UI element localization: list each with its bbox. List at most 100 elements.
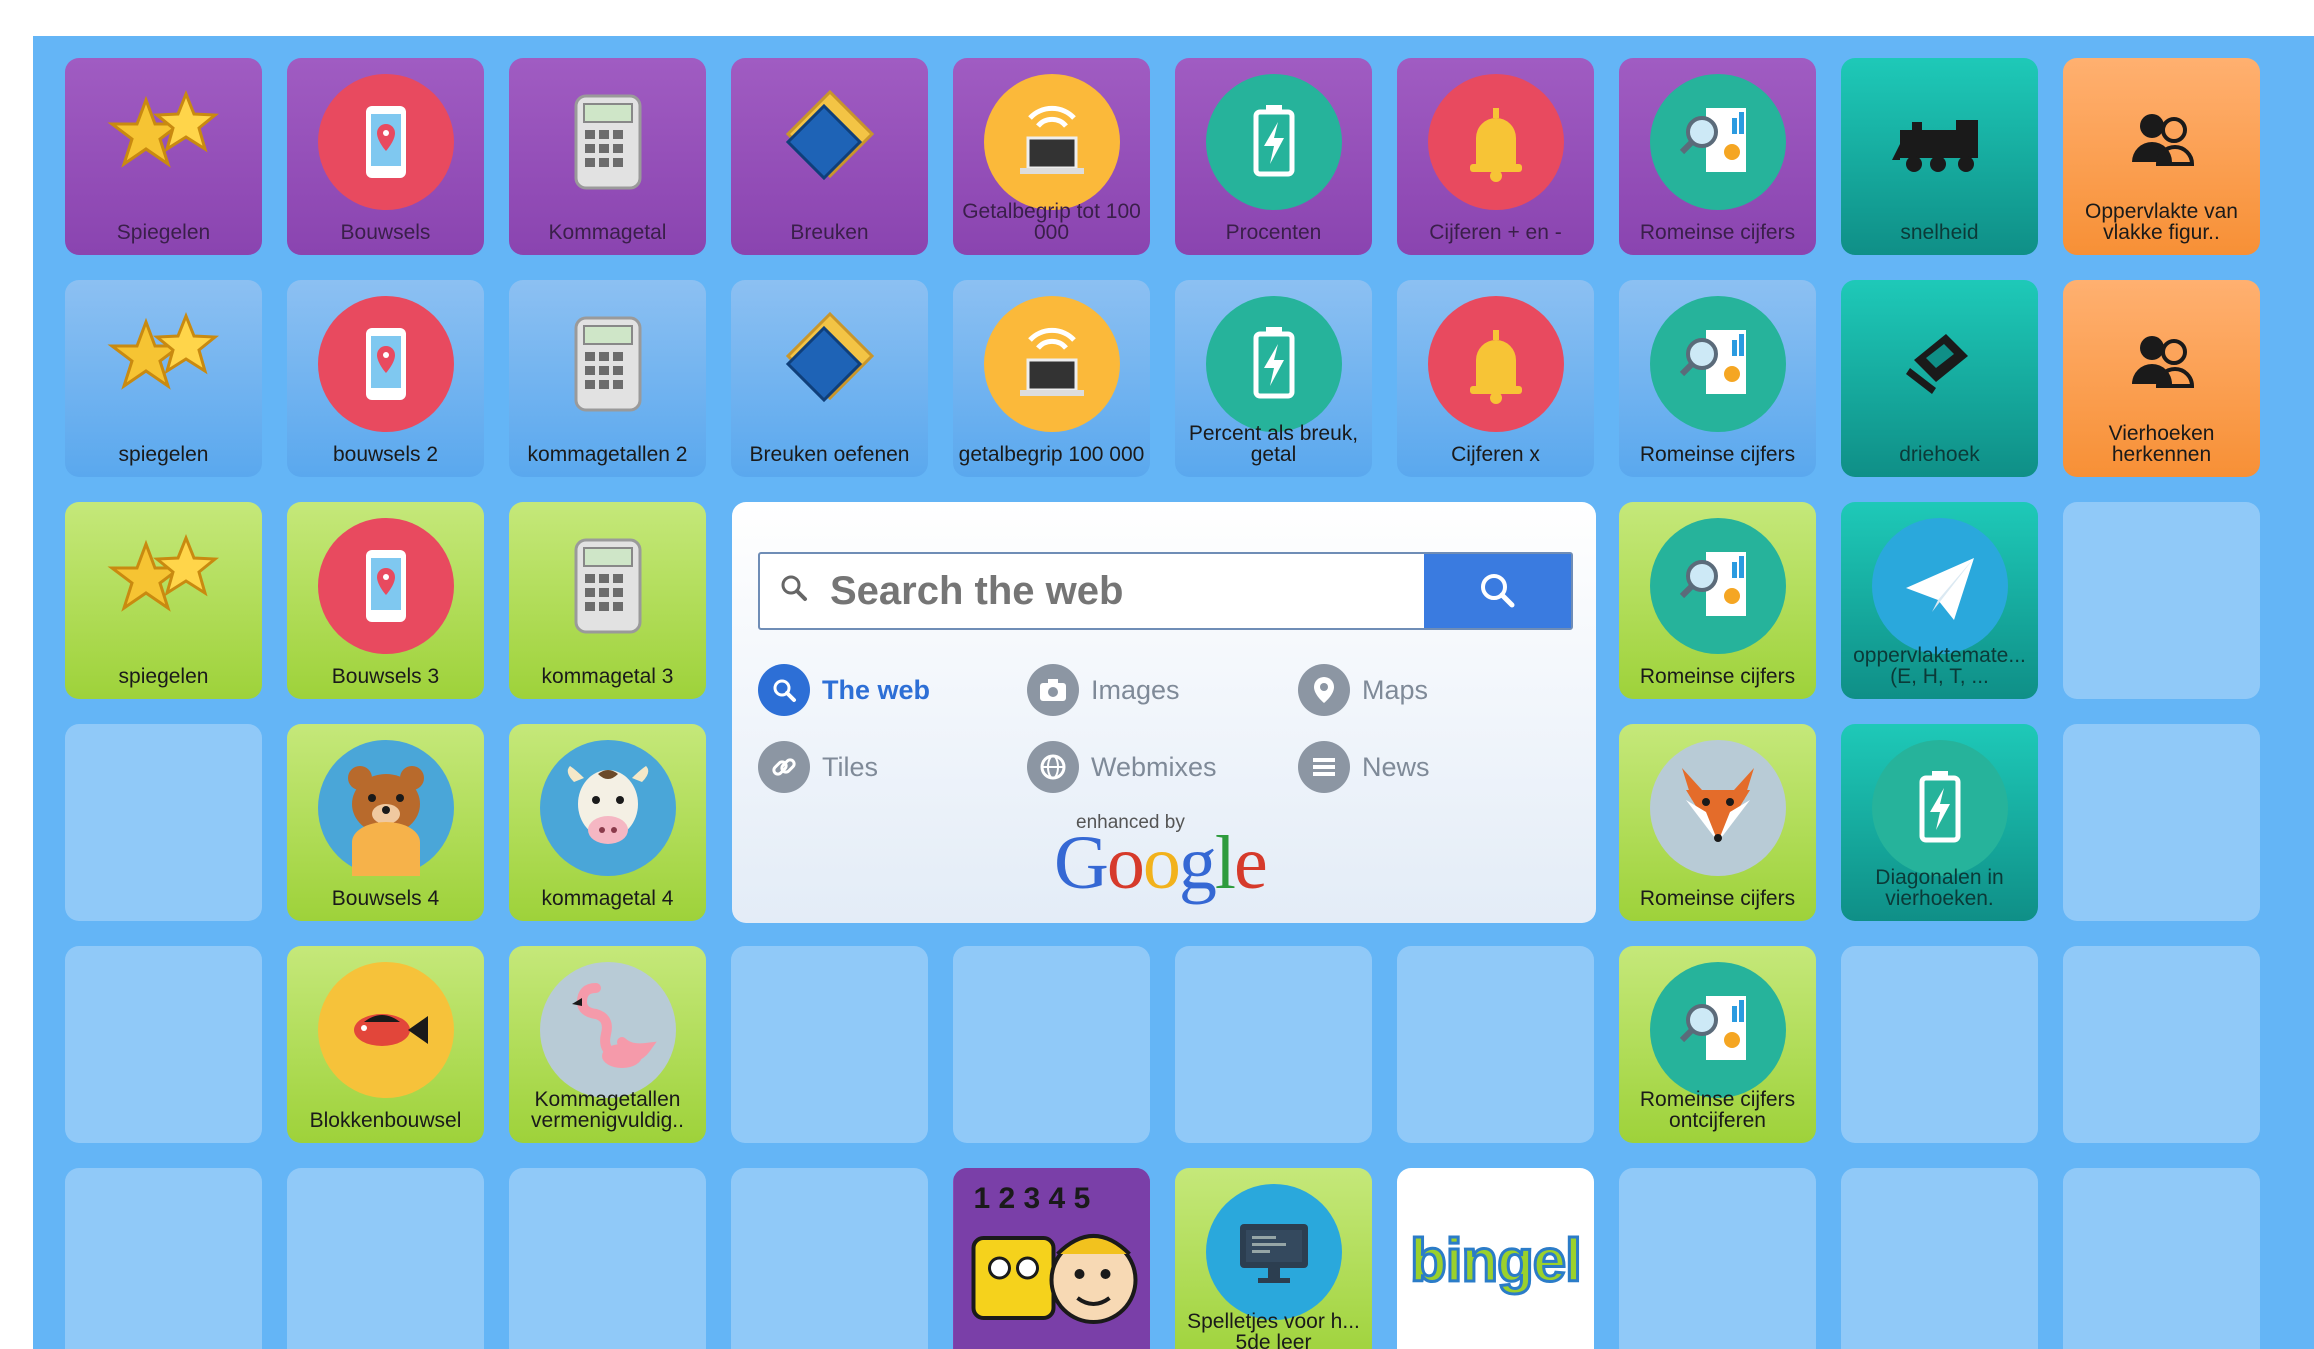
tile-snelheid[interactable]: snelheid bbox=[1841, 58, 2038, 255]
tile-breuken-oefenen[interactable]: Breuken oefenen bbox=[731, 280, 928, 477]
tile-cijferen[interactable]: Cijferen + en - bbox=[1397, 58, 1594, 255]
empty-tile bbox=[731, 1168, 928, 1349]
tile-label: Diagonalen in vierhoeken. bbox=[1875, 866, 2004, 910]
tile-getalbegrip[interactable]: Getalbegrip tot 100 000 bbox=[953, 58, 1150, 255]
enhanced-by-google-logo: enhanced by Google bbox=[1054, 812, 1284, 905]
camera-icon bbox=[1027, 664, 1079, 716]
report-icon bbox=[1648, 72, 1788, 212]
tile-label: spiegelen bbox=[118, 665, 209, 688]
tile-blokkenbouwsel[interactable]: Blokkenbouwsel bbox=[287, 946, 484, 1143]
search-option-maps[interactable]: Maps bbox=[1298, 664, 1428, 716]
tile-diagonalen[interactable]: Diagonalen in vierhoeken. bbox=[1841, 724, 2038, 921]
tile-bouwsels-3[interactable]: Bouwsels 3 bbox=[287, 502, 484, 699]
empty-tile bbox=[2063, 1168, 2260, 1349]
tile-label: Kommagetallen vermenigvuldig.. bbox=[531, 1088, 684, 1132]
empty-tile bbox=[2063, 946, 2260, 1143]
cards-icon bbox=[760, 72, 900, 212]
phone-map-icon bbox=[316, 516, 456, 656]
tile-kommagetallen-vermenigvuldig[interactable]: Kommagetallen vermenigvuldig.. bbox=[509, 946, 706, 1143]
search-option-label: News bbox=[1362, 751, 1430, 782]
tile-spiegelen-2[interactable]: spiegelen bbox=[65, 280, 262, 477]
bell-icon bbox=[1426, 294, 1566, 434]
empty-tile bbox=[2063, 724, 2260, 921]
battery-icon bbox=[1204, 294, 1344, 434]
search-option-news[interactable]: News bbox=[1298, 741, 1430, 793]
tile-label: kommagetal 3 bbox=[541, 665, 674, 688]
empty-tile bbox=[1397, 946, 1594, 1143]
empty-tile bbox=[509, 1168, 706, 1349]
phone-map-icon bbox=[316, 294, 456, 434]
empty-tile bbox=[65, 724, 262, 921]
empty-tile bbox=[1841, 1168, 2038, 1349]
search-option-webmixes[interactable]: Webmixes bbox=[1027, 741, 1217, 793]
fish-icon bbox=[316, 960, 456, 1100]
paper-plane-icon bbox=[1870, 516, 2010, 656]
tile-label: snelheid bbox=[1900, 221, 1979, 244]
tile-label: Breuken oefenen bbox=[749, 443, 910, 466]
tile-breuken[interactable]: Breuken bbox=[731, 58, 928, 255]
empty-tile bbox=[1175, 946, 1372, 1143]
tile-romeinse-cijfers-ontcijferen[interactable]: Romeinse cijfers ontcijferen bbox=[1619, 946, 1816, 1143]
search-input[interactable] bbox=[828, 567, 1392, 615]
tile-label: Romeinse cijfers ontcijferen bbox=[1639, 1088, 1796, 1132]
tile-label: Procenten bbox=[1225, 221, 1322, 244]
report-icon bbox=[1648, 516, 1788, 656]
cards-icon bbox=[760, 294, 900, 434]
search-option-tiles[interactable]: Tiles bbox=[758, 741, 878, 793]
news-icon bbox=[1298, 741, 1350, 793]
search-icon bbox=[758, 664, 810, 716]
search-widget: The web Images Maps Tiles Webmixes News … bbox=[732, 502, 1596, 923]
search-option-label: Tiles bbox=[822, 751, 879, 782]
tile-label: Percent als breuk, getal bbox=[1188, 422, 1359, 466]
tile-oppervlakte[interactable]: Oppervlakte van vlakke figur.. bbox=[2063, 58, 2260, 255]
tile-driehoek[interactable]: driehoek bbox=[1841, 280, 2038, 477]
tile-spelletjes[interactable]: Spelletjes voor h... 5de leer bbox=[1175, 1168, 1372, 1349]
tile-kommagetal[interactable]: Kommagetal bbox=[509, 58, 706, 255]
calculator-icon bbox=[538, 516, 678, 656]
tile-procenten[interactable]: Procenten bbox=[1175, 58, 1372, 255]
search-button[interactable] bbox=[1424, 554, 1571, 628]
search-option-label: Maps bbox=[1362, 674, 1429, 705]
flamingo-icon bbox=[538, 960, 678, 1100]
tile-bouwsels-2[interactable]: bouwsels 2 bbox=[287, 280, 484, 477]
tile-percent[interactable]: Percent als breuk, getal bbox=[1175, 280, 1372, 477]
tile-label: driehoek bbox=[1899, 443, 1980, 466]
tile-label: Romeinse cijfers bbox=[1639, 887, 1796, 910]
tile-romeinse-cijfers-2[interactable]: Romeinse cijfers bbox=[1619, 280, 1816, 477]
tile-cijferen-x[interactable]: Cijferen x bbox=[1397, 280, 1594, 477]
tile-kommagetal-3[interactable]: kommagetal 3 bbox=[509, 502, 706, 699]
tile-getalbegrip-2[interactable]: getalbegrip 100 000 bbox=[953, 280, 1150, 477]
tile-romeinse-cijfers[interactable]: Romeinse cijfers bbox=[1619, 58, 1816, 255]
tile-label: spiegelen bbox=[118, 443, 209, 466]
tile-bouwsels-4[interactable]: Bouwsels 4 bbox=[287, 724, 484, 921]
search-option-images[interactable]: Images bbox=[1027, 664, 1180, 716]
bear-icon bbox=[316, 738, 456, 878]
search-icon bbox=[780, 574, 810, 609]
empty-tile bbox=[65, 946, 262, 1143]
tile-spiegelen[interactable]: Spiegelen bbox=[65, 58, 262, 255]
tile-kommagetal-4[interactable]: kommagetal 4 bbox=[509, 724, 706, 921]
report-icon bbox=[1648, 294, 1788, 434]
tile-label: Bouwsels 4 bbox=[331, 887, 440, 910]
tile-bingel[interactable]: bingel bbox=[1397, 1168, 1594, 1349]
tile-bouwsels[interactable]: Bouwsels bbox=[287, 58, 484, 255]
train-icon bbox=[1870, 72, 2010, 212]
tile-board: Spiegelen Bouwsels Kommagetal Breuken Ge… bbox=[33, 36, 2314, 1349]
tile-label: Cijferen + en - bbox=[1429, 221, 1562, 244]
empty-tile bbox=[287, 1168, 484, 1349]
tile-vierhoeken[interactable]: Vierhoeken herkennen bbox=[2063, 280, 2260, 477]
tile-romeinse-cijfers-3[interactable]: Romeinse cijfers bbox=[1619, 502, 1816, 699]
tile-label: Romeinse cijfers bbox=[1639, 221, 1796, 244]
tile-spiegelen-3[interactable]: spiegelen bbox=[65, 502, 262, 699]
tile-kommagetallen-2[interactable]: kommagetallen 2 bbox=[509, 280, 706, 477]
phone-map-icon bbox=[316, 72, 456, 212]
tile-label: getalbegrip 100 000 bbox=[958, 443, 1145, 466]
svg-text:1 2 3 4 5: 1 2 3 4 5 bbox=[973, 1182, 1090, 1215]
tile-oppervlaktemate[interactable]: oppervlaktemate... (E, H, T, ... bbox=[1841, 502, 2038, 699]
search-option-web[interactable]: The web bbox=[758, 664, 930, 716]
tile-romeinse-cijfers-4[interactable]: Romeinse cijfers bbox=[1619, 724, 1816, 921]
calculator-icon bbox=[538, 72, 678, 212]
tile-cartoon-numbers[interactable]: 1 2 3 4 5 bbox=[953, 1168, 1150, 1349]
empty-tile bbox=[65, 1168, 262, 1349]
calculator-icon bbox=[538, 294, 678, 434]
